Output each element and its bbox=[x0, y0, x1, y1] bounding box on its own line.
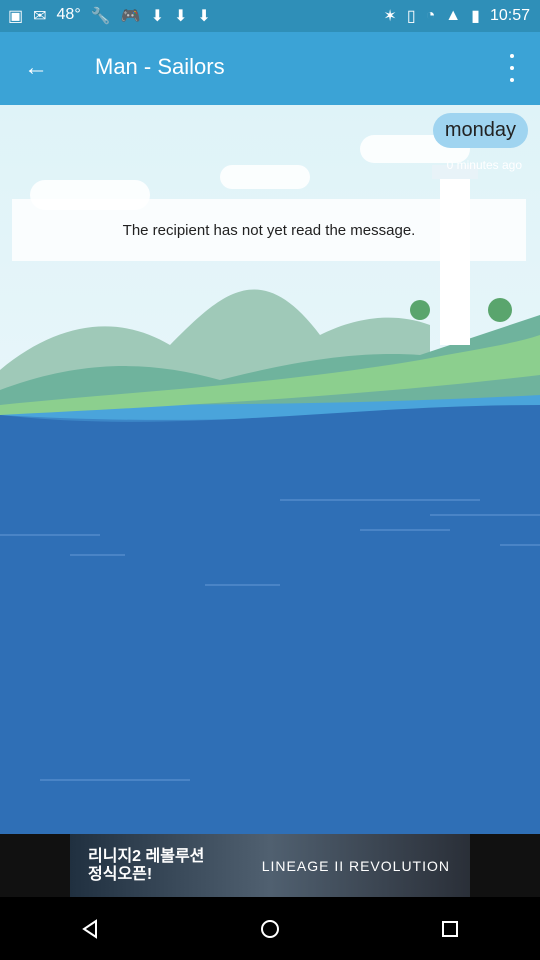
ad-logo-text: LINEAGE II REVOLUTION bbox=[261, 857, 450, 874]
gallery-icon: ▣ bbox=[8, 8, 24, 25]
back-button[interactable]: ← bbox=[18, 50, 54, 86]
gamepad-icon: 🎮 bbox=[120, 8, 141, 25]
download-icon: ⬇ bbox=[150, 8, 164, 25]
signal-text: 48° bbox=[56, 6, 81, 23]
nav-back-button[interactable] bbox=[60, 909, 120, 949]
mail-icon: ✉ bbox=[33, 8, 47, 25]
page-title: Man - Sailors bbox=[95, 54, 225, 79]
bluetooth-icon: ✶ bbox=[383, 8, 397, 25]
nav-home-button[interactable] bbox=[240, 909, 300, 949]
message-time: 0 minutes ago bbox=[446, 158, 522, 172]
ad-creative[interactable]: 리니지2 레볼루션 정식오픈! LINEAGE II REVOLUTION bbox=[70, 834, 470, 897]
arrow-left-icon: ← bbox=[24, 54, 48, 81]
more-options-button[interactable] bbox=[502, 54, 522, 82]
ad-banner[interactable]: 리니지2 레볼루션 정식오픈! LINEAGE II REVOLUTION bbox=[0, 834, 540, 897]
wifi-icon: ◔ bbox=[425, 7, 436, 24]
cell-icon: ▲ bbox=[445, 7, 462, 24]
status-right: ✶ ▯ ◔ ▲ ▮ 10:57 bbox=[383, 6, 530, 26]
app-bar: ← Man - Sailors bbox=[0, 32, 540, 105]
chat-content: monday 0 minutes ago The recipient has n… bbox=[0, 105, 540, 834]
battery-icon: ▮ bbox=[471, 8, 480, 25]
more-dot-icon bbox=[510, 54, 514, 58]
square-recents-icon bbox=[442, 920, 458, 937]
system-navigation-bar bbox=[0, 897, 540, 960]
sea-illustration bbox=[0, 375, 540, 834]
message-bubble[interactable]: monday bbox=[432, 113, 528, 148]
more-dot-icon bbox=[510, 78, 514, 82]
ad-korean-text: 리니지2 레볼루션 정식오픈! bbox=[88, 847, 205, 883]
read-status-notice: The recipient has not yet read the messa… bbox=[12, 199, 526, 261]
triangle-back-icon bbox=[82, 918, 97, 939]
download-icon-3: ⬇ bbox=[197, 8, 211, 25]
circle-home-icon bbox=[261, 919, 279, 938]
status-bar: ▣ ✉ 48° 🔧 🎮 ⬇ ⬇ ⬇ ✶ ▯ ◔ ▲ ▮ 10:57 bbox=[0, 0, 540, 32]
more-dot-icon bbox=[510, 66, 514, 70]
vibrate-icon: ▯ bbox=[406, 8, 416, 25]
status-icons: ▣ ✉ 48° 🔧 🎮 ⬇ ⬇ ⬇ bbox=[8, 6, 211, 26]
nav-recents-button[interactable] bbox=[420, 909, 480, 949]
download-icon-2: ⬇ bbox=[173, 8, 188, 25]
hills-illustration bbox=[0, 165, 540, 415]
clock-text: 10:57 bbox=[489, 7, 530, 24]
wrench-icon: 🔧 bbox=[90, 8, 111, 25]
